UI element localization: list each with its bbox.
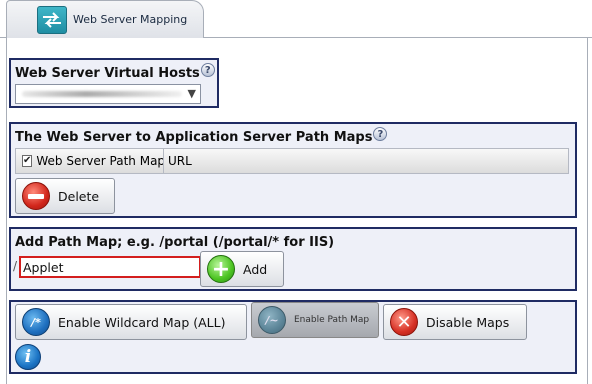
column-header-url[interactable]: URL xyxy=(168,149,558,173)
enable-path-map-label: Enable Path Map xyxy=(294,315,370,325)
path-maps-table-header: ✔ Web Server Path Map URL xyxy=(15,148,569,174)
add-path-map-title: Add Path Map; e.g. /portal (/portal/* fo… xyxy=(15,235,335,250)
path-maps-group: The Web Server to Application Server Pat… xyxy=(9,122,577,218)
disable-maps-label: Disable Maps xyxy=(426,314,510,330)
disable-maps-button[interactable]: ✕ Disable Maps xyxy=(383,304,527,340)
help-icon[interactable]: ? xyxy=(200,63,215,77)
path-prefix: / xyxy=(13,259,18,273)
virtual-hosts-title-text: Web Server Virtual Hosts xyxy=(15,66,200,81)
virtual-host-selected-value xyxy=(22,91,182,97)
virtual-host-select[interactable]: ▼ xyxy=(15,84,201,104)
minus-circle-icon xyxy=(22,182,50,210)
add-path-map-group: Add Path Map; e.g. /portal (/portal/* fo… xyxy=(9,227,577,291)
enable-wildcard-map-label: Enable Wildcard Map (ALL) xyxy=(58,314,226,330)
column-header-web-server-path-map[interactable]: ✔ Web Server Path Map xyxy=(22,149,164,173)
plus-circle-icon: + xyxy=(207,255,235,283)
column-label-web-server-path-map: Web Server Path Map xyxy=(36,154,164,168)
virtual-hosts-group: Web Server Virtual Hosts? ▼ xyxy=(9,58,219,108)
tab-web-server-mapping[interactable]: Web Server Mapping xyxy=(6,0,204,38)
mapping-panel: Web Server Virtual Hosts? ▼ The Web Serv… xyxy=(6,38,588,384)
path-maps-title: The Web Server to Application Server Pat… xyxy=(15,127,388,145)
select-all-checkbox[interactable]: ✔ xyxy=(22,155,33,167)
path-map-input[interactable] xyxy=(19,256,201,278)
map-actions-group: /* Enable Wildcard Map (ALL) /~ Enable P… xyxy=(9,300,577,374)
add-button-label: Add xyxy=(243,261,268,277)
web-server-mapping-icon xyxy=(37,5,67,34)
path-maps-title-text: The Web Server to Application Server Pat… xyxy=(15,130,373,145)
x-circle-icon: ✕ xyxy=(390,308,418,336)
delete-button-label: Delete xyxy=(58,188,100,204)
enable-wildcard-map-button[interactable]: /* Enable Wildcard Map (ALL) xyxy=(15,304,247,340)
delete-button[interactable]: Delete xyxy=(15,178,115,214)
info-icon[interactable]: i xyxy=(15,344,41,370)
help-icon[interactable]: ? xyxy=(373,127,388,141)
add-button[interactable]: + Add xyxy=(200,251,284,287)
chevron-down-icon[interactable]: ▼ xyxy=(188,87,196,100)
wildcard-map-icon: /* xyxy=(22,308,50,336)
tab-label: Web Server Mapping xyxy=(73,13,188,26)
path-map-icon: /~ xyxy=(258,306,286,334)
column-label-url: URL xyxy=(168,154,192,168)
enable-path-map-button[interactable]: /~ Enable Path Map xyxy=(251,302,379,338)
virtual-hosts-title: Web Server Virtual Hosts? xyxy=(15,63,215,81)
